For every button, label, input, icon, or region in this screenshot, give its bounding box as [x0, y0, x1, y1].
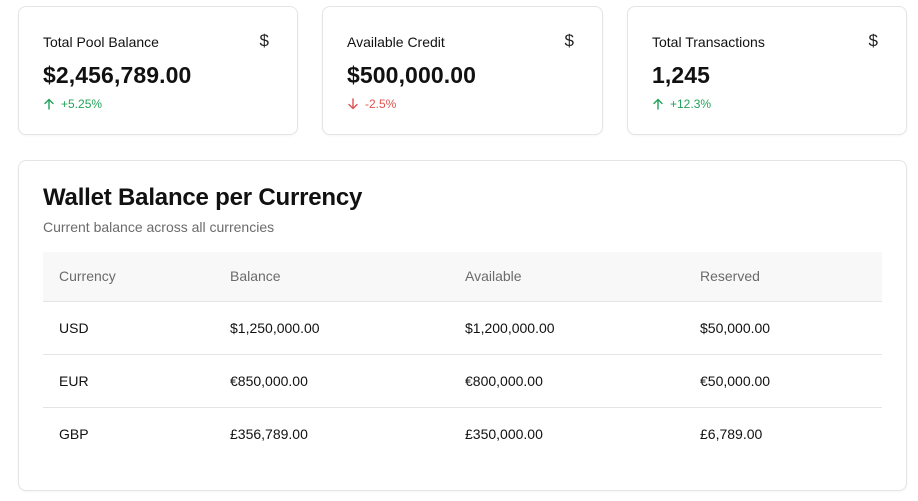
cell-currency: GBP [43, 406, 214, 460]
cell-available: £350,000.00 [449, 406, 684, 460]
column-header-reserved: Reserved [684, 252, 882, 302]
dollar-icon: $ [564, 31, 574, 50]
column-header-currency: Currency [43, 252, 214, 302]
wallet-balance-table: Currency Balance Available Reserved USD … [43, 252, 882, 460]
table-header-row: Currency Balance Available Reserved [43, 252, 882, 302]
stat-card-total-transactions: Total Transactions $ 1,245 +12.3% [627, 6, 907, 135]
cell-reserved: £6,789.00 [684, 406, 882, 460]
stat-card-available-credit: Available Credit $ $500,000.00 -2.5% [322, 6, 603, 135]
stats-row: Total Pool Balance $ $2,456,789.00 +5.25… [18, 6, 907, 135]
stat-value: $500,000.00 [347, 62, 477, 88]
stat-card-total-pool-balance: Total Pool Balance $ $2,456,789.00 +5.25… [18, 6, 298, 135]
stat-value: 1,245 [652, 62, 711, 88]
arrow-up-icon [43, 98, 55, 110]
arrow-down-icon [347, 98, 359, 110]
stat-title: Total Pool Balance [43, 34, 159, 50]
cell-balance: €850,000.00 [214, 353, 449, 407]
stat-title: Available Credit [347, 34, 445, 50]
stat-change: -2.5% [347, 97, 578, 111]
stat-change-value: +5.25% [61, 97, 103, 111]
stat-title: Total Transactions [652, 34, 765, 50]
cell-available: $1,200,000.00 [465, 319, 555, 336]
stat-change: +5.25% [43, 97, 273, 111]
cell-currency: EUR [43, 353, 214, 407]
panel-title: Wallet Balance per Currency [43, 184, 363, 211]
arrow-up-icon [652, 98, 664, 110]
stat-change-value: -2.5% [365, 97, 397, 111]
wallet-balance-panel: Wallet Balance per Currency Current bala… [18, 160, 907, 491]
cell-available: €800,000.00 [449, 353, 684, 407]
stat-change-value: +12.3% [670, 97, 712, 111]
cell-balance: £356,789.00 [214, 406, 449, 460]
cell-balance: $1,250,000.00 [230, 319, 320, 336]
stat-value: $2,456,789.00 [43, 62, 192, 88]
cell-reserved: $50,000.00 [700, 319, 771, 336]
stat-change: +12.3% [652, 97, 882, 111]
table-row: EUR €850,000.00 €800,000.00 €50,000.00 [43, 353, 882, 407]
panel-subtitle: Current balance across all currencies [43, 219, 275, 235]
cell-currency: USD [59, 319, 89, 336]
cell-reserved: €50,000.00 [684, 353, 882, 407]
table-row: GBP £356,789.00 £350,000.00 £6,789.00 [43, 406, 882, 460]
dollar-icon: $ [868, 31, 878, 50]
column-header-balance: Balance [214, 252, 449, 302]
table-row: USD $1,250,000.00 $1,200,000.00 $50,000.… [43, 301, 882, 354]
column-header-available: Available [449, 252, 684, 302]
dollar-icon: $ [259, 31, 269, 50]
